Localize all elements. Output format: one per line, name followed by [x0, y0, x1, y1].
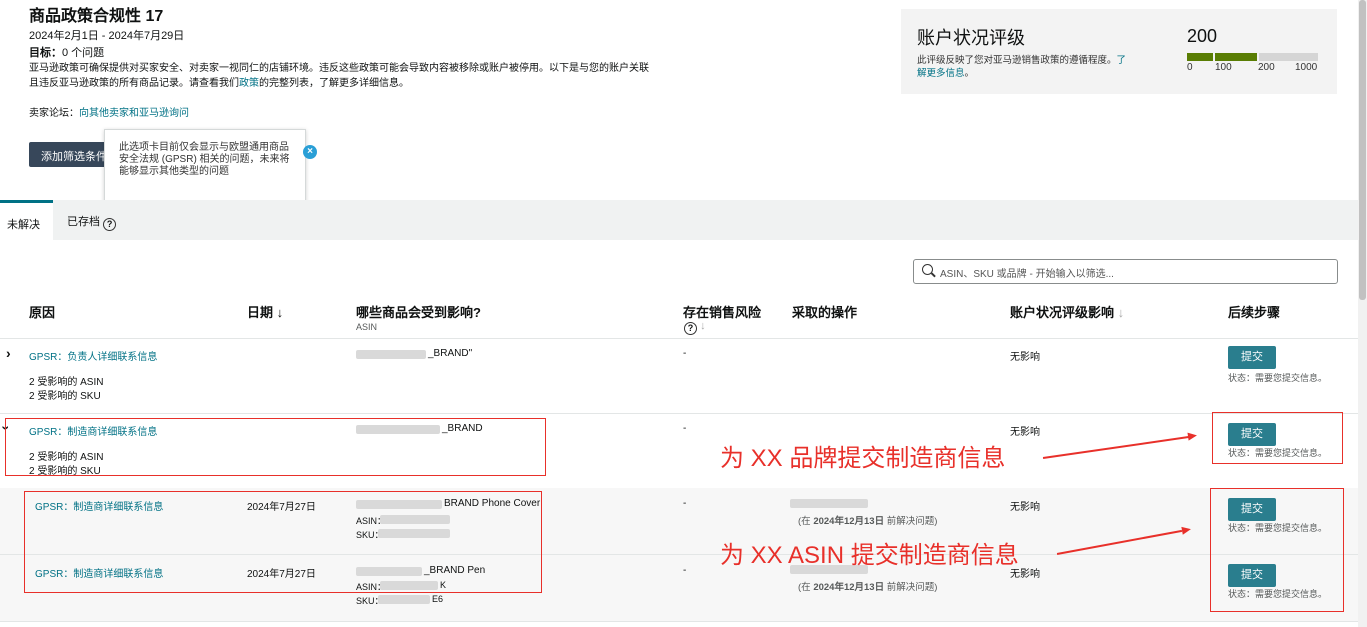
row-deadline: (在 2024年12月13日 前解决问题) [798, 516, 938, 527]
row-sku-tail: E6 [432, 594, 444, 604]
row-impact: 无影响 [1010, 427, 1040, 438]
rating-tick: 1000 [1295, 62, 1318, 73]
row-risk: - [683, 348, 687, 359]
col-next-steps: 后续步骤 [1228, 305, 1281, 320]
row-reason-link[interactable]: GPSR：负责人详细联系信息 [29, 348, 157, 363]
blurred-action [790, 499, 868, 508]
rating-bar-segment [1187, 53, 1213, 61]
account-rating-panel [901, 9, 1337, 94]
rating-title: 账户状况评级 [917, 28, 1025, 48]
forum-link[interactable]: 向其他卖家和亚马逊询问 [79, 108, 189, 119]
row-count-sku: 2 受影响的 SKU [29, 391, 101, 402]
date-range: 2024年2月1日 - 2024年7月29日 [29, 30, 185, 42]
annotation-arrow-head [1187, 431, 1198, 441]
tab-unresolved[interactable]: 未解决 [0, 200, 53, 240]
row-risk: - [683, 565, 687, 576]
rating-description: 此评级反映了您对亚马逊销售政策的遵循程度。了解更多信息。 [917, 55, 1127, 79]
col-affected-sub: ASIN [356, 322, 378, 332]
row-impact: 无影响 [1010, 502, 1040, 513]
gpsr-tooltip: 此选项卡目前仅会显示与欧盟通用商品安全法规 (GPSR) 相关的问题，未来将能够… [104, 129, 306, 209]
help-icon[interactable]: ? [684, 322, 697, 335]
annotation-asin-text: 为 XX ASIN 提交制造商信息 [720, 542, 1019, 569]
col-date[interactable]: 日期 ↓ [247, 302, 283, 321]
target: 目标：0 个问题 [29, 47, 105, 59]
col-impact[interactable]: 账户状况评级影响 ↓ [1010, 302, 1124, 321]
policy-description: 亚马逊政策可确保提供对买家安全、对卖家一视同仁的店铺环境。违反这些政策可能会导致… [29, 63, 649, 89]
row-status: 状态：需要您提交信息。 [1228, 373, 1328, 383]
row-impact: 无影响 [1010, 352, 1040, 363]
tab-bar [0, 200, 1367, 240]
divider [0, 413, 1367, 414]
search-placeholder: ASIN、SKU 或品牌 - 开始输入以筛选... [940, 269, 1114, 280]
rating-score: 200 [1187, 26, 1218, 46]
annotation-box-brand-row [5, 418, 546, 476]
search-icon [922, 264, 933, 275]
policy-link[interactable]: 政策 [239, 78, 259, 89]
seller-forum: 卖家论坛：向其他卖家和亚马逊询问 [29, 108, 189, 119]
page-title: 商品政策合规性 17 [29, 8, 164, 25]
col-action: 采取的操作 [792, 305, 858, 320]
tab-archived[interactable]: 已存档 ? [67, 213, 117, 231]
annotation-arrow [1042, 436, 1189, 459]
divider [0, 338, 1367, 339]
divider [0, 621, 1367, 622]
rating-bar-segment [1215, 53, 1257, 61]
col-reason: 原因 [29, 305, 56, 320]
close-icon[interactable]: × [303, 145, 317, 159]
blurred-brand [356, 350, 426, 359]
rating-tick: 200 [1258, 62, 1275, 73]
row-risk: - [683, 498, 687, 509]
annotation-brand-text: 为 XX 品牌提交制造商信息 [720, 445, 1006, 472]
annotation-box-asin-submit [1210, 488, 1344, 612]
chevron-right-icon[interactable]: › [6, 345, 11, 361]
annotation-box-brand-submit [1212, 412, 1343, 464]
blurred-sku [378, 595, 430, 604]
rating-bar-segment [1259, 53, 1318, 61]
col-affected: 哪些商品会受到影响? [356, 305, 481, 320]
rating-tick: 0 [1187, 62, 1193, 73]
submit-button[interactable]: 提交 [1228, 346, 1276, 369]
row-count-asin: 2 受影响的 ASIN [29, 377, 104, 388]
rating-tick: 100 [1215, 62, 1232, 73]
row-affected: _BRAND" [428, 348, 473, 359]
annotation-arrow-head [1181, 525, 1192, 535]
row-risk: - [683, 423, 687, 434]
annotation-box-asin-rows [24, 491, 542, 593]
scrollbar-thumb[interactable] [1359, 0, 1366, 300]
col-risk: 存在销售风险 [683, 305, 762, 320]
col-risk-extra: ? ↓ [684, 320, 706, 335]
row-deadline: (在 2024年12月13日 前解决问题) [798, 582, 938, 593]
help-icon[interactable]: ? [103, 218, 117, 231]
